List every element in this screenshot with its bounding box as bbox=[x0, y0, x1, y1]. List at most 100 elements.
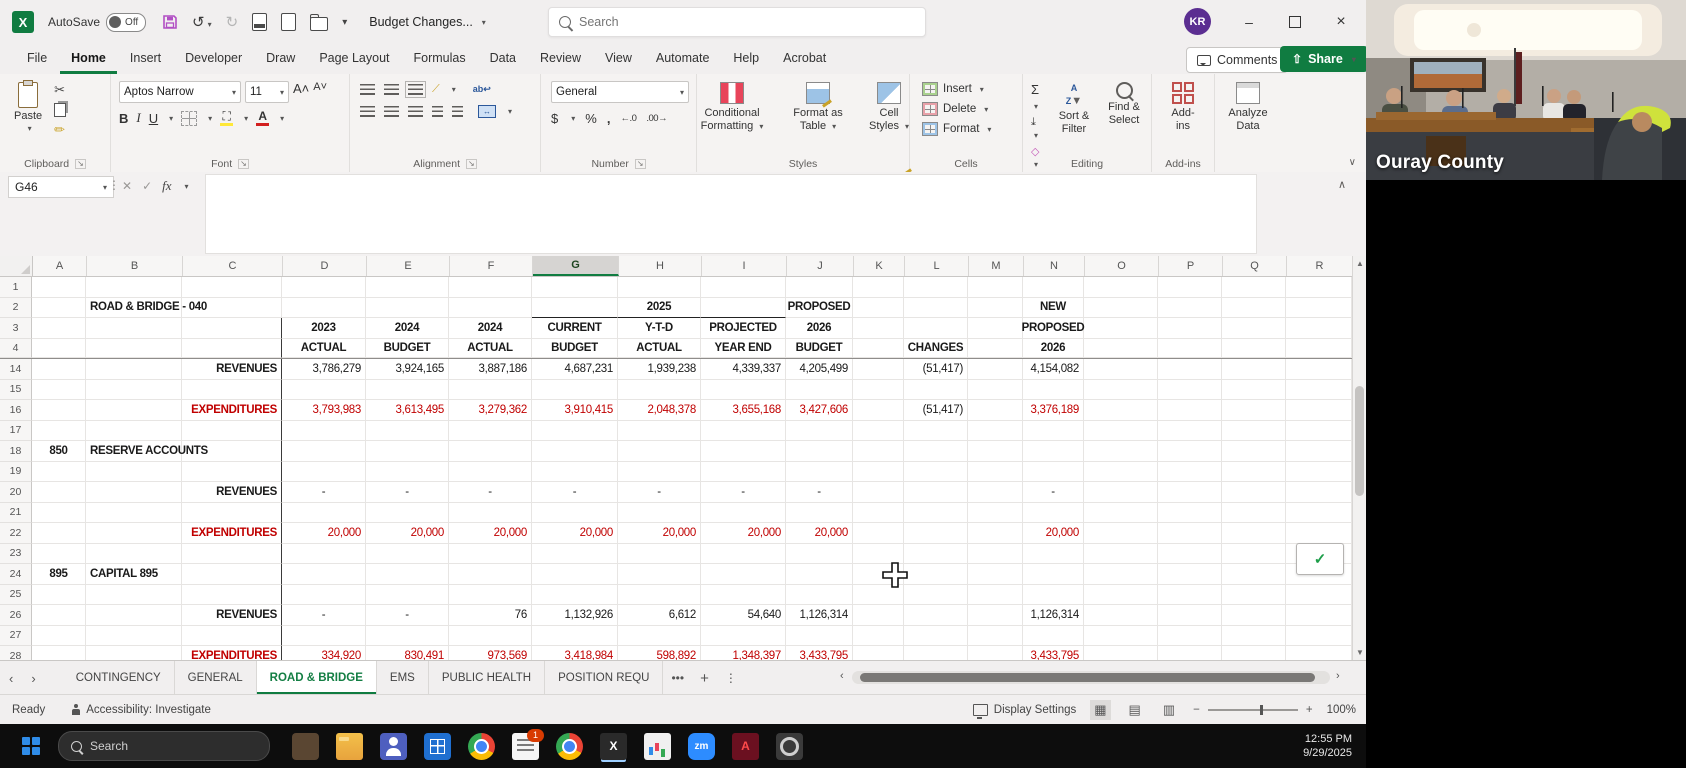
borders-button[interactable] bbox=[181, 110, 198, 126]
cell-b22[interactable] bbox=[86, 523, 182, 544]
cell-n3[interactable]: PROPOSED bbox=[1022, 318, 1085, 339]
row-header-26[interactable]: 26 bbox=[0, 605, 32, 626]
excel-app[interactable]: X bbox=[600, 732, 627, 760]
cell-b2[interactable]: ROAD & BRIDGE - 040 bbox=[86, 297, 207, 318]
cell-a4[interactable] bbox=[32, 338, 86, 358]
format-cells-button[interactable]: Format ▾ bbox=[922, 122, 1022, 136]
row-header-22[interactable]: 22 bbox=[0, 523, 32, 544]
cell-m3[interactable] bbox=[968, 318, 1023, 339]
cell-l17[interactable] bbox=[904, 420, 968, 441]
ribbon-tab-help[interactable]: Help bbox=[722, 45, 770, 74]
column-header-e[interactable]: E bbox=[367, 256, 450, 276]
font-name-combo[interactable]: Aptos Narrow ▾ bbox=[119, 81, 241, 103]
cell-r4[interactable] bbox=[1286, 338, 1352, 358]
cell-o28[interactable] bbox=[1084, 646, 1158, 660]
cell-d17[interactable] bbox=[282, 420, 366, 441]
cell-d4[interactable]: ACTUAL bbox=[282, 338, 366, 358]
cell-o3[interactable] bbox=[1084, 318, 1158, 339]
zoom-out-button[interactable]: − bbox=[1193, 704, 1200, 716]
cell-m27[interactable] bbox=[968, 625, 1023, 646]
cell-o22[interactable] bbox=[1084, 523, 1158, 544]
cell-i16[interactable]: 3,655,168 bbox=[701, 400, 786, 421]
cell-o4[interactable] bbox=[1084, 338, 1158, 358]
cell-p2[interactable] bbox=[1158, 297, 1222, 318]
cell-d20[interactable]: - bbox=[282, 482, 366, 503]
cell-j21[interactable] bbox=[786, 502, 853, 523]
underline-button[interactable]: U bbox=[149, 111, 158, 126]
cell-o21[interactable] bbox=[1084, 502, 1158, 523]
cell-l14[interactable]: (51,417) bbox=[904, 359, 968, 380]
cell-b4[interactable] bbox=[86, 338, 182, 358]
cell-k2[interactable] bbox=[853, 297, 904, 318]
paste-button[interactable]: Paste ▾ bbox=[8, 80, 48, 135]
cell-l18[interactable] bbox=[904, 441, 968, 462]
cell-j14[interactable]: 4,205,499 bbox=[786, 359, 853, 380]
cell-g25[interactable] bbox=[532, 584, 618, 605]
cell-i18[interactable] bbox=[701, 441, 786, 462]
column-header-b[interactable]: B bbox=[87, 256, 183, 276]
cell-f3[interactable]: 2024 bbox=[449, 318, 532, 339]
cell-p28[interactable] bbox=[1158, 646, 1222, 660]
cell-n14[interactable]: 4,154,082 bbox=[1023, 359, 1084, 380]
cell-k14[interactable] bbox=[853, 359, 904, 380]
cell-f20[interactable]: - bbox=[449, 482, 532, 503]
increase-decimal-button[interactable]: ←.0 bbox=[620, 113, 636, 124]
cell-m16[interactable] bbox=[968, 400, 1023, 421]
cell-p24[interactable] bbox=[1158, 564, 1222, 585]
cell-m14[interactable] bbox=[968, 359, 1023, 380]
cell-c27[interactable] bbox=[182, 625, 282, 646]
cell-m24[interactable] bbox=[968, 564, 1023, 585]
cell-n2[interactable]: NEW bbox=[1023, 297, 1084, 318]
cell-g22[interactable]: 20,000 bbox=[532, 523, 618, 544]
cell-j3[interactable]: 2026 bbox=[786, 318, 853, 339]
close-button[interactable]: × bbox=[1318, 0, 1364, 44]
cell-i24[interactable] bbox=[701, 564, 786, 585]
comments-button[interactable]: Comments bbox=[1186, 47, 1289, 73]
cell-g20[interactable]: - bbox=[532, 482, 618, 503]
cell-n18[interactable] bbox=[1023, 441, 1084, 462]
cell-r27[interactable] bbox=[1286, 625, 1352, 646]
cell-e17[interactable] bbox=[366, 420, 449, 441]
cell-g3[interactable]: CURRENT bbox=[532, 318, 618, 339]
cell-j4[interactable]: BUDGET bbox=[786, 338, 853, 358]
cell-g15[interactable] bbox=[532, 379, 618, 400]
align-top-button[interactable] bbox=[360, 84, 375, 95]
addins-button[interactable]: Add-ins bbox=[1160, 82, 1206, 133]
align-bottom-button[interactable] bbox=[405, 81, 426, 98]
name-box[interactable]: G46 ▾ bbox=[8, 176, 114, 198]
autosave-toggle[interactable]: Off bbox=[106, 12, 147, 32]
cell-r20[interactable] bbox=[1286, 482, 1352, 503]
cell-f24[interactable] bbox=[449, 564, 532, 585]
cell-d27[interactable] bbox=[282, 625, 366, 646]
cell-j25[interactable] bbox=[786, 584, 853, 605]
font-color-dropdown-icon[interactable]: ▾ bbox=[280, 114, 284, 123]
zoom-app[interactable]: zm bbox=[688, 732, 715, 760]
page-break-view-button[interactable]: ▥ bbox=[1159, 700, 1179, 720]
cell-p3[interactable] bbox=[1158, 318, 1222, 339]
cell-k4[interactable] bbox=[853, 338, 904, 358]
cell-n19[interactable] bbox=[1023, 461, 1084, 482]
cell-c4[interactable] bbox=[182, 338, 282, 358]
cell-n24[interactable] bbox=[1023, 564, 1084, 585]
cell-p16[interactable] bbox=[1158, 400, 1222, 421]
cell-d2[interactable] bbox=[282, 297, 366, 318]
cell-k28[interactable] bbox=[853, 646, 904, 660]
cell-o15[interactable] bbox=[1084, 379, 1158, 400]
cell-e18[interactable] bbox=[366, 441, 449, 462]
cell-j18[interactable] bbox=[786, 441, 853, 462]
new-sheet-button[interactable]: + bbox=[692, 670, 717, 687]
cell-i20[interactable]: - bbox=[701, 482, 786, 503]
column-header-d[interactable]: D bbox=[283, 256, 367, 276]
sheet-tab-contingency[interactable]: CONTINGENCY bbox=[63, 661, 175, 695]
formula-input[interactable] bbox=[205, 174, 1257, 254]
cell-r17[interactable] bbox=[1286, 420, 1352, 441]
cell-q2[interactable] bbox=[1222, 297, 1286, 318]
cell-k15[interactable] bbox=[853, 379, 904, 400]
cell-r1[interactable] bbox=[1286, 277, 1352, 298]
row-header-28[interactable]: 28 bbox=[0, 646, 32, 660]
cell-h3[interactable]: Y-T-D bbox=[618, 318, 701, 339]
ribbon-tab-page-layout[interactable]: Page Layout bbox=[308, 45, 400, 74]
cell-l25[interactable] bbox=[904, 584, 968, 605]
cell-r21[interactable] bbox=[1286, 502, 1352, 523]
cell-r22[interactable] bbox=[1286, 523, 1352, 544]
